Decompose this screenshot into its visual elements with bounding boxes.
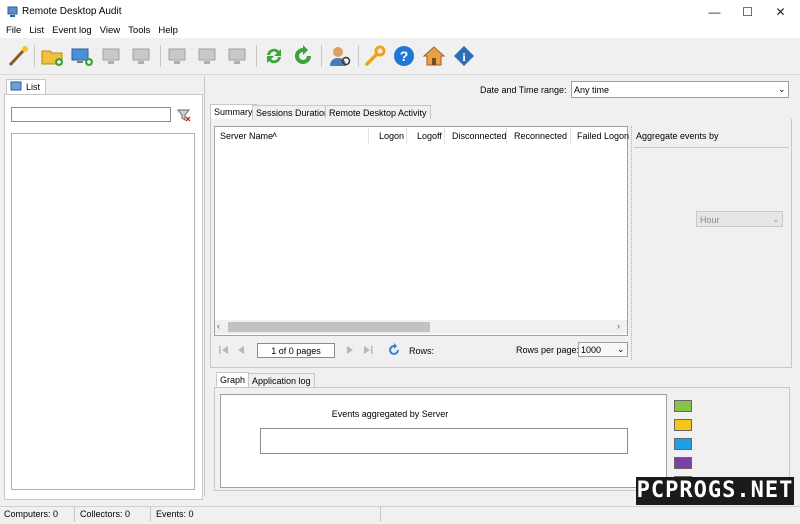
watermark: PCPROGS.NET bbox=[636, 477, 794, 505]
chevron-down-icon: ⌄ bbox=[778, 84, 786, 94]
tab-remote-desktop-activity[interactable]: Remote Desktop Activity bbox=[325, 105, 431, 119]
info-icon: i bbox=[454, 46, 474, 66]
rows-label: Rows: bbox=[409, 346, 435, 356]
computer-tree[interactable] bbox=[11, 133, 195, 490]
sync-icon bbox=[267, 48, 281, 64]
collector-button-1[interactable] bbox=[164, 42, 192, 70]
clear-filter-icon[interactable] bbox=[177, 108, 191, 122]
scrollbar-thumb[interactable] bbox=[228, 322, 430, 332]
close-button[interactable]: ✕ bbox=[764, 0, 797, 24]
edit-computer-button[interactable] bbox=[128, 42, 156, 70]
menu-file[interactable]: File bbox=[2, 24, 25, 38]
help-icon: ? bbox=[394, 46, 414, 66]
legend-swatch bbox=[674, 419, 692, 431]
wizard-button[interactable] bbox=[4, 42, 32, 70]
app-icon bbox=[7, 6, 18, 17]
splitter[interactable] bbox=[204, 76, 205, 496]
list-icon bbox=[10, 81, 22, 91]
menu-view[interactable]: View bbox=[96, 24, 124, 38]
rows-per-page-value: 1000 bbox=[581, 345, 602, 355]
menu-help[interactable]: Help bbox=[154, 24, 182, 38]
date-range-value: Any time bbox=[574, 85, 610, 95]
user-search-button[interactable] bbox=[326, 42, 354, 70]
scroll-right-icon[interactable]: › bbox=[617, 321, 620, 331]
sync-button[interactable] bbox=[260, 42, 288, 70]
column-header-logoff[interactable]: Logoff bbox=[417, 131, 442, 141]
wrench-icon bbox=[365, 45, 386, 66]
maximize-button[interactable]: ☐ bbox=[731, 0, 764, 24]
graph-title: Events aggregated by Server bbox=[331, 409, 449, 419]
last-page-icon[interactable] bbox=[362, 344, 374, 356]
menu-event-log[interactable]: Event log bbox=[48, 24, 96, 38]
summary-grid[interactable] bbox=[214, 126, 628, 336]
tab-application-log[interactable]: Application log bbox=[248, 373, 315, 387]
window-title: Remote Desktop Audit bbox=[22, 6, 122, 17]
tab-graph[interactable]: Graph bbox=[216, 372, 250, 387]
column-header-reconnected[interactable]: Reconnected bbox=[514, 131, 567, 141]
home-icon bbox=[422, 46, 446, 66]
maximize-icon: ☐ bbox=[742, 5, 753, 19]
home-button[interactable] bbox=[420, 42, 448, 70]
column-header-server-name[interactable]: Server Name bbox=[220, 131, 273, 141]
pane-divider bbox=[631, 126, 632, 360]
settings-button[interactable] bbox=[361, 42, 389, 70]
refresh-icon bbox=[295, 45, 311, 64]
tab-sessions-duration[interactable]: Sessions Duration bbox=[252, 105, 334, 119]
help-button[interactable]: ? bbox=[390, 42, 418, 70]
svg-text:?: ? bbox=[400, 48, 409, 64]
page-indicator-text: 1 of 0 pages bbox=[271, 346, 321, 356]
scroll-left-icon[interactable]: ‹ bbox=[217, 321, 220, 331]
legend-swatch bbox=[674, 400, 692, 412]
search-input[interactable] bbox=[11, 107, 171, 122]
computer-disabled-icon bbox=[132, 48, 150, 64]
computer-disabled-icon bbox=[198, 48, 216, 64]
next-page-icon[interactable] bbox=[344, 344, 356, 356]
aggregate-divider bbox=[634, 147, 789, 148]
add-folder-button[interactable] bbox=[38, 42, 66, 70]
tab-summary[interactable]: Summary bbox=[210, 104, 257, 119]
refresh-button[interactable] bbox=[289, 42, 317, 70]
user-search-icon bbox=[330, 47, 351, 66]
chevron-down-icon: ⌄ bbox=[617, 344, 625, 354]
previous-page-icon[interactable] bbox=[235, 344, 247, 356]
add-computer-button[interactable] bbox=[68, 42, 96, 70]
column-header-disconnected[interactable]: Disconnected bbox=[452, 131, 507, 141]
status-computers: Computers: 0 bbox=[4, 509, 59, 519]
first-page-icon[interactable] bbox=[218, 344, 230, 356]
about-button[interactable]: i bbox=[450, 42, 478, 70]
graph-bar bbox=[260, 428, 628, 454]
column-header-logon[interactable]: Logon bbox=[379, 131, 404, 141]
collector-button-2[interactable] bbox=[194, 42, 222, 70]
close-icon: ✕ bbox=[775, 5, 786, 19]
add-computer-icon bbox=[71, 48, 93, 66]
reload-icon[interactable] bbox=[387, 343, 401, 357]
remove-computer-button[interactable] bbox=[98, 42, 126, 70]
aggregate-value: Hour bbox=[700, 215, 720, 225]
menu-tools[interactable]: Tools bbox=[124, 24, 154, 38]
minimize-icon: — bbox=[708, 5, 721, 19]
chevron-down-icon: ⌄ bbox=[772, 214, 780, 224]
sort-ascending-icon: ˄ bbox=[272, 130, 278, 140]
date-range-label: Date and Time range: bbox=[480, 85, 567, 95]
minimize-button[interactable]: — bbox=[698, 0, 731, 24]
wand-icon bbox=[8, 46, 28, 67]
legend-swatch bbox=[674, 438, 692, 450]
computer-disabled-icon bbox=[168, 48, 186, 64]
computer-disabled-icon bbox=[102, 48, 120, 64]
column-header-failed-logon[interactable]: Failed Logon bbox=[577, 131, 629, 141]
computer-disabled-icon bbox=[228, 48, 246, 64]
add-folder-icon bbox=[41, 50, 63, 66]
toolbar: ? i bbox=[0, 38, 800, 75]
aggregate-label: Aggregate events by bbox=[636, 131, 719, 141]
status-events: Events: 0 bbox=[156, 509, 194, 519]
menu-list[interactable]: List bbox=[25, 24, 48, 38]
rows-per-page-label: Rows per page: bbox=[516, 345, 580, 355]
legend-swatch bbox=[674, 457, 692, 469]
collector-button-3[interactable] bbox=[224, 42, 252, 70]
status-collectors: Collectors: 0 bbox=[80, 509, 131, 519]
menu-bar: File List Event log View Tools Help bbox=[0, 24, 800, 38]
list-tab-label: List bbox=[26, 82, 41, 92]
